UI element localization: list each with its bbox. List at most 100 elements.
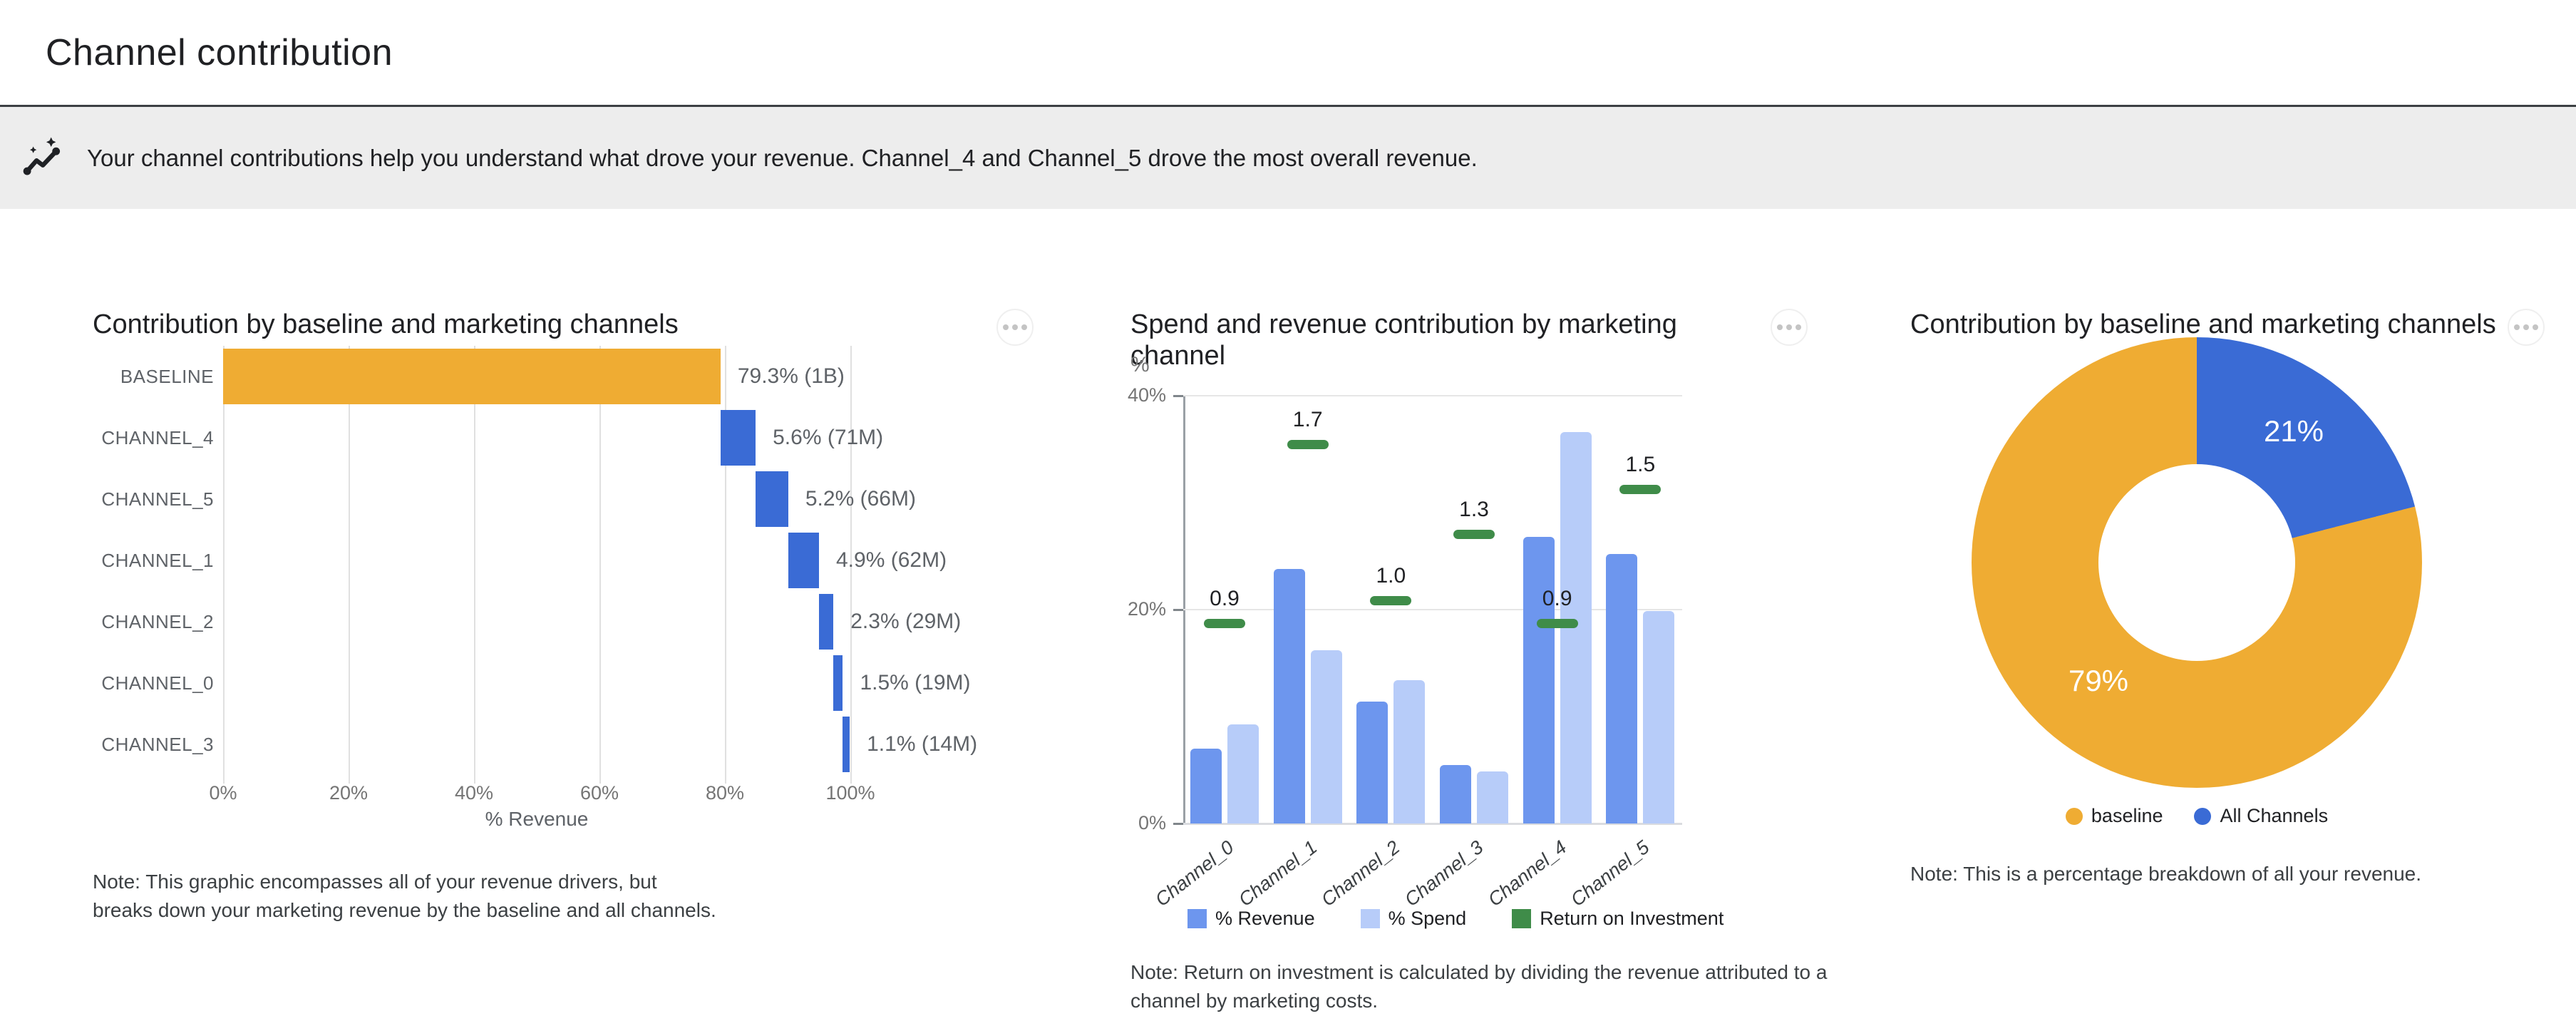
x-tick-label: 80% [706, 782, 744, 804]
waterfall-bar[interactable] [721, 410, 756, 466]
slice-percentage-label: 79% [2056, 664, 2141, 698]
x-tick-label: 60% [580, 782, 619, 804]
legend-item[interactable]: Return on Investment [1512, 908, 1724, 930]
roi-value-label: 1.3 [1431, 498, 1517, 522]
category-label: CHANNEL_3 [93, 734, 214, 756]
more-options-icon [1777, 324, 1783, 330]
waterfall-rows: BASELINE 79.3% (1B) CHANNEL_4 5.6% (71M) CHA… [93, 346, 1034, 775]
waterfall-plot: BASELINE 79.3% (1B) CHANNEL_4 5.6% (71M) CHA… [93, 346, 1034, 831]
donut-chart-title: Contribution by baseline and marketing c… [1910, 309, 2496, 340]
category-label: CHANNEL_1 [93, 550, 214, 572]
grouped-chart-note: Note: Return on investment is calculated… [1130, 958, 1886, 1015]
revenue-bar[interactable] [1190, 749, 1222, 824]
spend-bar[interactable] [1477, 771, 1508, 824]
waterfall-bar[interactable] [833, 655, 843, 711]
x-tick-label: 0% [209, 782, 237, 804]
bar-value-label: 5.6% (71M) [773, 426, 883, 450]
legend-swatch [1187, 909, 1207, 928]
bar-value-label: 5.2% (66M) [805, 487, 916, 511]
roi-marker[interactable] [1370, 596, 1411, 605]
legend-item[interactable]: All Channels [2194, 805, 2328, 827]
waterfall-bar[interactable] [819, 594, 833, 650]
waterfall-bar[interactable] [756, 471, 788, 527]
x-tick-label: 40% [455, 782, 493, 804]
more-options-icon [2514, 324, 2520, 330]
slice-percentage-label: 21% [2251, 414, 2337, 448]
revenue-bar[interactable] [1523, 537, 1555, 824]
roi-value-label: 0.9 [1515, 587, 1600, 611]
spend-bar[interactable] [1393, 680, 1425, 824]
grouped-bar-chart-card: Spend and revenue contribution by market… [1130, 309, 1808, 1015]
waterfall-row: CHANNEL_01.5% (19M) [93, 652, 1034, 714]
auto-graph-insight-icon [16, 133, 67, 184]
y-tick-mark [1173, 823, 1183, 825]
bar-value-label: 2.3% (29M) [850, 610, 961, 634]
waterfall-bar[interactable] [223, 349, 721, 404]
waterfall-row: CHANNEL_3 1.1% (14M) [93, 714, 1034, 775]
more-options-button[interactable] [2508, 309, 2545, 346]
legend-label: baseline [2091, 805, 2163, 827]
grouped-chart-title: Spend and revenue contribution by market… [1130, 309, 1771, 371]
x-tick-label: 20% [329, 782, 368, 804]
bar-value-label: 1.5% (19M) [860, 671, 970, 695]
roi-value-label: 0.9 [1182, 587, 1267, 611]
bar-track: 4.9% (62M) [223, 533, 1029, 588]
page-title: Channel contribution [46, 31, 393, 74]
bar-track: 1.1% (14M) [223, 717, 1029, 772]
waterfall-row: CHANNEL_2 2.3% (29M) [93, 591, 1034, 652]
category-label: BASELINE [93, 366, 214, 388]
legend-item[interactable]: baseline [2066, 805, 2163, 827]
roi-marker[interactable] [1537, 619, 1578, 628]
donut-legend: baseline All Channels [1972, 805, 2422, 827]
insight-banner-text: Your channel contributions help you unde… [87, 145, 1478, 172]
spend-bar[interactable] [1311, 650, 1342, 824]
waterfall-bar[interactable] [788, 533, 819, 588]
y-tick-label: 40% [1109, 384, 1166, 406]
more-options-icon [1003, 324, 1009, 330]
waterfall-note: Note: This graphic encompasses all of yo… [93, 868, 720, 925]
bar-value-label: 79.3% (1B) [738, 364, 845, 389]
bar-track: 79.3% (1B) [223, 349, 1029, 404]
legend-swatch [1361, 909, 1380, 928]
bar-value-label: 1.1% (14M) [867, 732, 977, 756]
roi-marker[interactable] [1204, 619, 1245, 628]
revenue-bar[interactable] [1274, 569, 1305, 824]
more-options-button[interactable] [996, 309, 1034, 346]
roi-marker[interactable] [1619, 485, 1661, 494]
category-label: CHANNEL_2 [93, 611, 214, 633]
y-tick-label: 20% [1109, 598, 1166, 620]
revenue-bar[interactable] [1606, 554, 1637, 824]
legend-swatch [2194, 808, 2211, 825]
gridline [1183, 395, 1682, 396]
roi-value-label: 1.7 [1265, 408, 1351, 432]
bar-track: 5.6% (71M) [223, 410, 1029, 466]
bar-track: 2.3% (29M) [223, 594, 1029, 650]
roi-value-label: 1.5 [1597, 453, 1683, 477]
y-tick-label: 0% [1109, 812, 1166, 834]
legend-label: All Channels [2220, 805, 2328, 827]
roi-value-label: 1.0 [1348, 564, 1433, 588]
bar-track: 1.5% (19M) [223, 655, 1029, 711]
roi-marker[interactable] [1287, 440, 1329, 449]
x-tick-label: 100% [825, 782, 875, 804]
donut-chart-card: Contribution by baseline and marketing c… [1910, 309, 2545, 1015]
page-header: Channel contribution [0, 0, 2576, 105]
waterfall-row: CHANNEL_5 5.2% (66M) [93, 468, 1034, 530]
donut-note: Note: This is a percentage breakdown of … [1910, 860, 2545, 888]
waterfall-chart-card: Contribution by baseline and marketing c… [93, 309, 1034, 1015]
spend-bar[interactable] [1643, 611, 1674, 824]
roi-marker[interactable] [1453, 530, 1495, 539]
waterfall-row: CHANNEL_1 4.9% (62M) [93, 530, 1034, 591]
charts-row: Contribution by baseline and marketing c… [0, 209, 2576, 1015]
more-options-button[interactable] [1771, 309, 1808, 346]
bar-track: 5.2% (66M) [223, 471, 1029, 527]
donut-chart[interactable]: 21% 79% [1972, 337, 2422, 788]
category-label: CHANNEL_4 [93, 427, 214, 449]
revenue-bar[interactable] [1440, 765, 1471, 824]
category-label: CHANNEL_5 [93, 488, 214, 510]
spend-bar[interactable] [1560, 432, 1592, 824]
waterfall-bar[interactable] [843, 717, 850, 772]
spend-bar[interactable] [1227, 724, 1259, 824]
revenue-bar[interactable] [1356, 702, 1388, 824]
bar-value-label: 4.9% (62M) [836, 548, 947, 573]
